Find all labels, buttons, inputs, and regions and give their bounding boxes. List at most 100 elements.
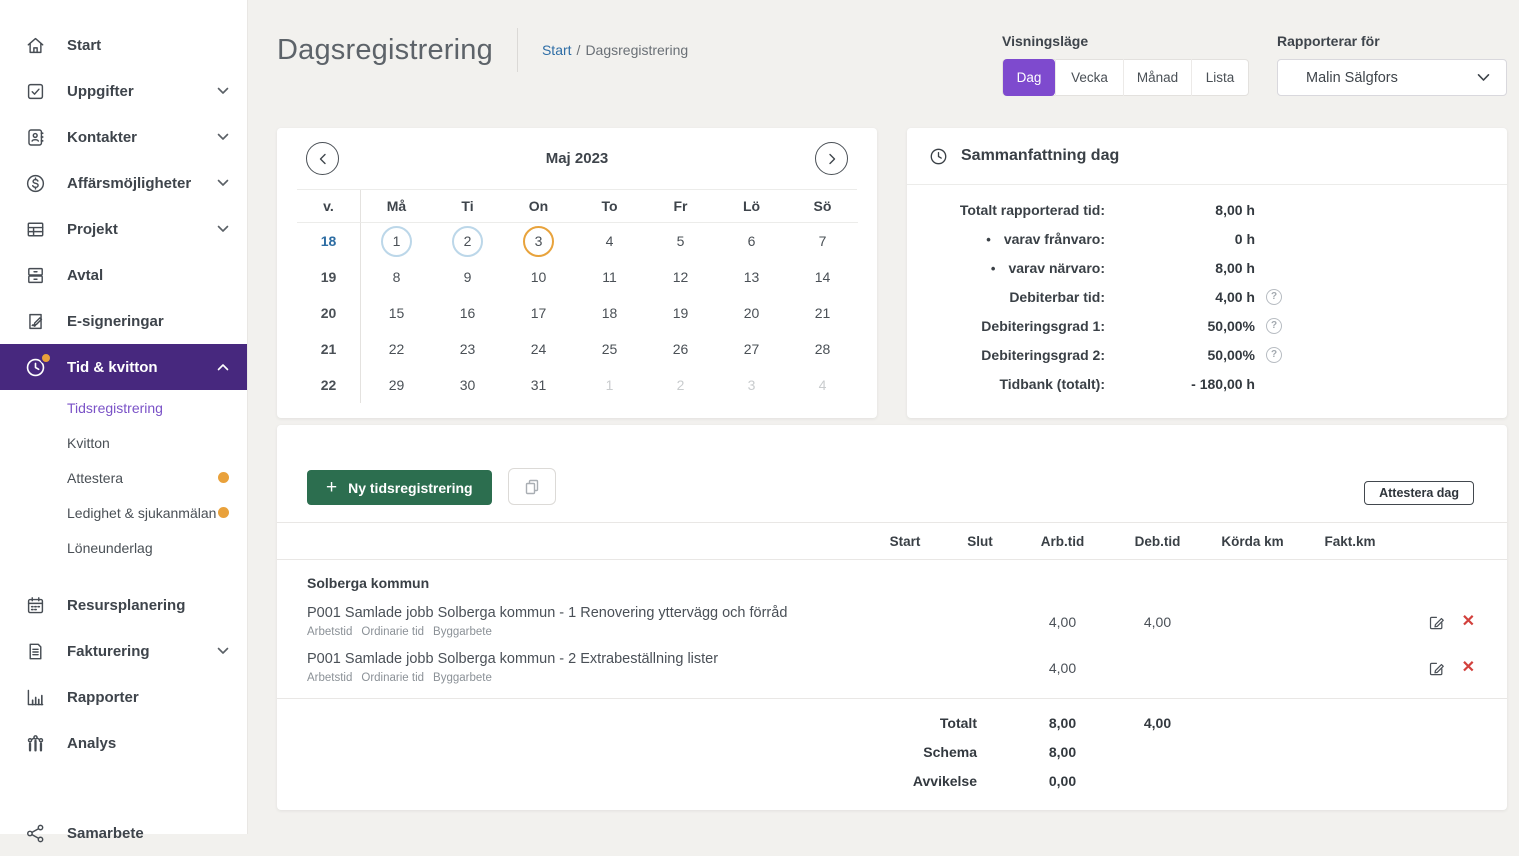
esignature-icon [24, 310, 47, 333]
edit-icon[interactable] [1427, 612, 1446, 631]
view-mode-dag-button[interactable]: Dag [1003, 59, 1055, 96]
calendar-day[interactable]: 1 [361, 223, 432, 259]
calendar-day[interactable]: 15 [361, 295, 432, 331]
week-number: 22 [297, 367, 361, 403]
calendar-day[interactable]: 12 [645, 259, 716, 295]
new-time-registration-button[interactable]: + Ny tidsregistrering [307, 470, 492, 505]
sidebar-item-uppgifter[interactable]: Uppgifter [0, 68, 247, 114]
breadcrumb-separator: / [577, 42, 581, 58]
calendar-day[interactable]: 21 [787, 295, 858, 331]
sidebar-item-rapporter[interactable]: Rapporter [0, 674, 247, 720]
summary-row: Tidbank (totalt): - 180,00 h [907, 369, 1507, 398]
calendar-day[interactable]: 10 [503, 259, 574, 295]
help-icon[interactable]: ? [1266, 318, 1282, 334]
calendar-day[interactable]: 6 [716, 223, 787, 259]
calendar-day[interactable]: 8 [361, 259, 432, 295]
divider [277, 698, 1507, 699]
sidebar-subitem-loneunderlag[interactable]: Löneunderlag [0, 530, 247, 565]
sidebar-item-label: Samarbete [67, 825, 144, 842]
delete-icon[interactable]: ✕ [1462, 614, 1475, 630]
attest-day-button[interactable]: Attestera dag [1364, 481, 1474, 505]
sidebar-subitem-kvitton[interactable]: Kvitton [0, 425, 247, 460]
summary-row: Totalt rapporterad tid: 8,00 h [907, 195, 1507, 224]
day-summary-card: Sammanfattning dag Totalt rapporterad ti… [907, 128, 1507, 418]
chevron-up-icon [217, 363, 229, 371]
calendar-day[interactable]: 20 [716, 295, 787, 331]
row-tags: Arbetstid Ordinarie tid Byggarbete [307, 626, 865, 638]
calendar-prev-button[interactable] [306, 142, 339, 175]
calendar-day[interactable]: 19 [645, 295, 716, 331]
calendar-day[interactable]: 4 [574, 223, 645, 259]
schema-row: Schema 8,00 [277, 737, 1507, 766]
sidebar-item-fakturering[interactable]: Fakturering [0, 628, 247, 674]
calendar-day[interactable]: 16 [432, 295, 503, 331]
view-mode-lista-button[interactable]: Lista [1191, 59, 1248, 96]
table-row: P001 Samlade jobb Solberga kommun - 2 Ex… [277, 645, 1507, 691]
sidebar-subitem-label: Attestera [67, 470, 123, 486]
calendar-day[interactable]: 24 [503, 331, 574, 367]
sidebar-item-projekt[interactable]: Projekt [0, 206, 247, 252]
copy-registration-button[interactable] [508, 468, 556, 505]
home-icon [24, 34, 47, 57]
calendar-day[interactable]: 25 [574, 331, 645, 367]
sidebar-item-resursplanering[interactable]: Resursplanering [0, 582, 247, 628]
week-number: 18 [297, 223, 361, 259]
sidebar-item-start[interactable]: Start [0, 22, 247, 68]
view-mode-label: Visningsläge [1002, 33, 1249, 49]
help-icon[interactable]: ? [1266, 289, 1282, 305]
calendar-day[interactable]: 7 [787, 223, 858, 259]
sidebar-item-esigneringar[interactable]: E-signeringar [0, 298, 247, 344]
calendar-day[interactable]: 18 [574, 295, 645, 331]
calendar-day-other-month: 3 [716, 367, 787, 403]
breadcrumb-home-link[interactable]: Start [542, 42, 572, 58]
day-header: Lö [716, 190, 787, 223]
calendar-day[interactable]: 5 [645, 223, 716, 259]
notification-dot [40, 352, 52, 364]
calendar-day[interactable]: 30 [432, 367, 503, 403]
sidebar-item-kontakter[interactable]: Kontakter [0, 114, 247, 160]
calendar-day[interactable]: 22 [361, 331, 432, 367]
calendar-day[interactable]: 9 [432, 259, 503, 295]
calendar-next-button[interactable] [815, 142, 848, 175]
help-icon[interactable]: ? [1266, 347, 1282, 363]
reporting-for-select[interactable]: Malin Sälgfors [1277, 59, 1507, 96]
week-number: 19 [297, 259, 361, 295]
summary-row: Debiteringsgrad 1: 50,00% ? [907, 311, 1507, 340]
sidebar-item-affarsmojligheter[interactable]: Affärsmöjligheter [0, 160, 247, 206]
chevron-down-icon [217, 647, 229, 655]
calendar-day[interactable]: 26 [645, 331, 716, 367]
clock-icon [929, 147, 948, 166]
calendar-day[interactable]: 27 [716, 331, 787, 367]
view-mode-manad-button[interactable]: Månad [1123, 59, 1191, 96]
view-mode-vecka-button[interactable]: Vecka [1055, 59, 1123, 96]
project-title: P001 Samlade jobb Solberga kommun - 2 Ex… [307, 651, 865, 667]
day-header: Må [361, 190, 432, 223]
calendar-day[interactable]: 11 [574, 259, 645, 295]
calendar-day[interactable]: 23 [432, 331, 503, 367]
sidebar-subitem-attestera[interactable]: Attestera [0, 460, 247, 495]
edit-icon[interactable] [1427, 658, 1446, 677]
calendar-day[interactable]: 14 [787, 259, 858, 295]
sidebar-item-tid-kvitton[interactable]: Tid & kvitton [0, 344, 247, 390]
sidebar-item-avtal[interactable]: Avtal [0, 252, 247, 298]
col-header-slut: Slut [945, 534, 1015, 549]
sidebar-item-samarbete[interactable]: Samarbete [0, 810, 247, 856]
calendar-day[interactable]: 28 [787, 331, 858, 367]
calendar-day[interactable]: 17 [503, 295, 574, 331]
table-header-row: Start Slut Arb.tid Deb.tid Körda km Fakt… [277, 523, 1507, 560]
sidebar: Start Uppgifter Kontakter Affärsmöjlighe… [0, 0, 248, 834]
calendar-day-selected[interactable]: 3 [503, 223, 574, 259]
sidebar-item-label: Resursplanering [67, 597, 185, 614]
sidebar-subitem-ledighet-sjukanmalan[interactable]: Ledighet & sjukanmälan [0, 495, 247, 530]
sidebar-subitem-tidsregistrering[interactable]: Tidsregistrering [0, 390, 247, 425]
calendar-day[interactable]: 2 [432, 223, 503, 259]
contacts-icon [24, 126, 47, 149]
day-header: To [574, 190, 645, 223]
sidebar-item-analys[interactable]: Analys [0, 720, 247, 766]
reporting-for-value: Malin Sälgfors [1306, 70, 1398, 86]
calendar-day[interactable]: 13 [716, 259, 787, 295]
calendar-day[interactable]: 29 [361, 367, 432, 403]
calendar-day[interactable]: 31 [503, 367, 574, 403]
deviation-row: Avvikelse 0,00 [277, 766, 1507, 795]
delete-icon[interactable]: ✕ [1462, 660, 1475, 676]
